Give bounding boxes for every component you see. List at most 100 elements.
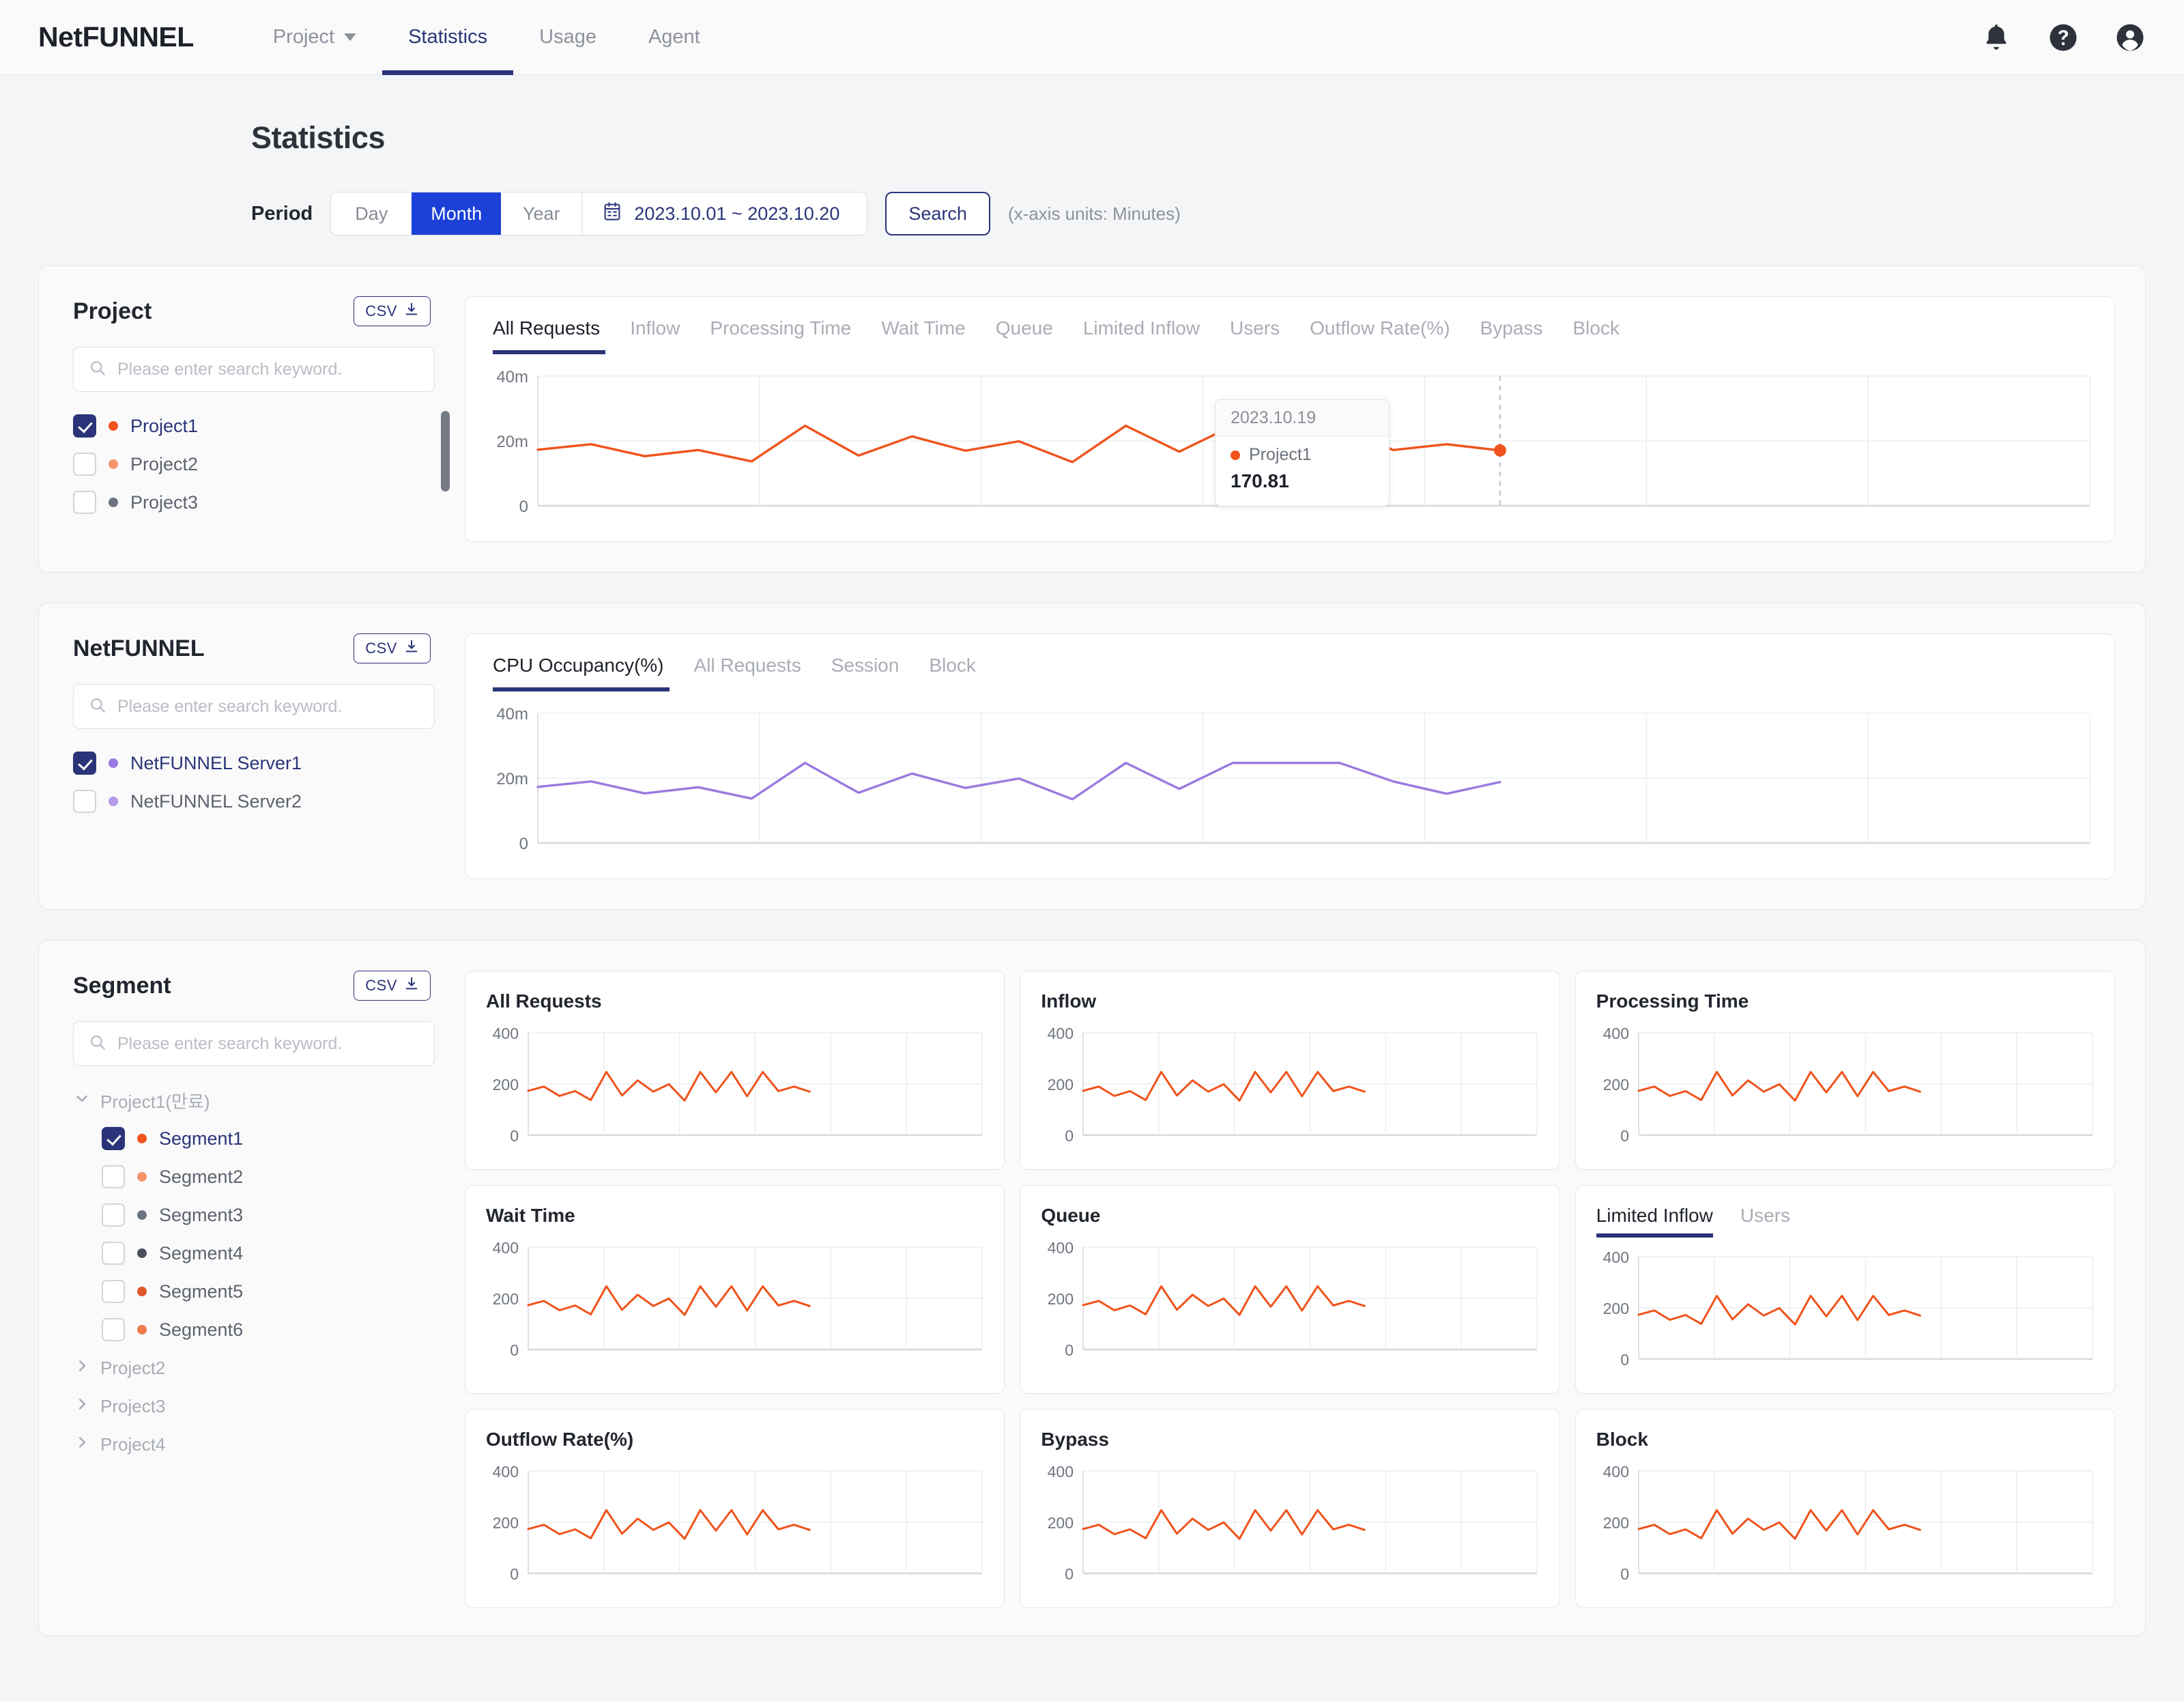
mini-tab-limited-inflow[interactable]: Limited Inflow (1596, 1205, 1725, 1238)
period-month-button[interactable]: Month (412, 192, 502, 235)
netfunnel-search-input[interactable] (117, 696, 419, 717)
mini-line-chart[interactable]: 0 200 400 (486, 1461, 983, 1591)
bell-icon[interactable] (1981, 22, 2012, 53)
segment-chart-grid-inner: All Requests 0 200 400 Inflow 0 200 400 Proc… (465, 971, 2115, 1608)
mini-line-chart[interactable]: 0 200 400 (486, 1238, 983, 1367)
nav-item-label: Agent (648, 26, 700, 48)
netfunnel-search-field[interactable] (73, 684, 435, 729)
project-option-project1[interactable]: Project1 (73, 407, 435, 445)
svg-text:20m: 20m (496, 433, 528, 451)
period-year-button[interactable]: Year (501, 192, 581, 235)
tab-block[interactable]: Block (1557, 317, 1634, 354)
netfunnel-option-server2[interactable]: NetFUNNEL Server2 (73, 782, 435, 820)
tab-wait-time[interactable]: Wait Time (866, 317, 980, 354)
netfunnel-panel: NetFUNNEL CSV NetFUNNEL Server (38, 603, 2146, 910)
netfunnel-csv-download-button[interactable]: CSV (354, 633, 431, 663)
tab-bypass[interactable]: Bypass (1465, 317, 1558, 354)
checkbox[interactable] (102, 1280, 125, 1303)
checkbox[interactable] (73, 790, 96, 813)
mini-line-chart[interactable]: 0 200 400 (1041, 1461, 1538, 1591)
mini-chart-title: Wait Time (486, 1205, 575, 1226)
project-search-field[interactable] (73, 347, 435, 392)
nav-item-agent[interactable]: Agent (622, 0, 726, 75)
xaxis-units-note: (x-axis units: Minutes) (1007, 203, 1181, 224)
segment-option-segment3[interactable]: Segment3 (102, 1196, 435, 1234)
tree-node-project2[interactable]: Project2 (73, 1349, 435, 1387)
tab-limited-inflow[interactable]: Limited Inflow (1068, 317, 1215, 354)
option-label: Project2 (130, 453, 199, 474)
mini-line-chart[interactable]: 0 200 400 (1041, 1023, 1538, 1153)
csv-label: CSV (365, 640, 397, 657)
project-option-project3[interactable]: Project3 (73, 483, 435, 521)
project-search-input[interactable] (117, 359, 419, 380)
nav-item-usage[interactable]: Usage (513, 0, 622, 75)
date-range-picker[interactable]: 2023.10.01 ~ 2023.10.20 (581, 192, 867, 235)
tab-cpu-occupancy[interactable]: CPU Occupancy(%) (489, 655, 679, 691)
checkbox[interactable] (102, 1127, 125, 1150)
option-label: NetFUNNEL Server2 (130, 790, 302, 812)
segment-option-segment1[interactable]: Segment1 (102, 1119, 435, 1158)
option-label: Project3 (130, 491, 199, 513)
mini-line-chart[interactable]: 0 200 400 (1596, 1461, 2094, 1591)
period-toolbar: Period Day Month Year 2023.10.01 ~ 2023.… (251, 192, 2146, 235)
tab-session[interactable]: Session (816, 655, 915, 691)
tooltip-value: 170.81 (1231, 470, 1289, 491)
tab-users[interactable]: Users (1215, 317, 1295, 354)
period-day-button[interactable]: Day (331, 192, 412, 235)
segment-csv-download-button[interactable]: CSV (354, 971, 431, 1001)
help-icon[interactable] (2048, 22, 2079, 53)
netfunnel-option-server1[interactable]: NetFUNNEL Server1 (73, 744, 435, 782)
checkbox[interactable] (102, 1242, 125, 1265)
checkbox[interactable] (102, 1318, 125, 1341)
tab-queue[interactable]: Queue (981, 317, 1068, 354)
mini-line-chart[interactable]: 0 200 400 (486, 1023, 983, 1153)
nav-item-project[interactable]: Project (247, 0, 382, 75)
tree-node-project4[interactable]: Project4 (73, 1425, 435, 1463)
segment-search-input[interactable] (117, 1033, 419, 1054)
netfunnel-line-chart[interactable]: 0 20m 40m (489, 704, 2091, 861)
tab-inflow[interactable]: Inflow (615, 317, 695, 354)
search-icon (89, 696, 106, 717)
checkbox[interactable] (73, 453, 96, 476)
mini-line-chart[interactable]: 0 200 400 (1041, 1238, 1538, 1367)
tab-all-requests[interactable]: All Requests (679, 655, 816, 691)
download-icon (404, 639, 419, 658)
svg-text:0: 0 (510, 1565, 519, 1583)
segment-option-segment5[interactable]: Segment5 (102, 1272, 435, 1311)
tab-processing-time[interactable]: Processing Time (695, 317, 866, 354)
mini-line-chart[interactable]: 0 200 400 (1596, 1247, 2094, 1377)
checkbox[interactable] (73, 414, 96, 438)
mini-chart-title: Bypass (1041, 1429, 1109, 1450)
tab-outflow-rate[interactable]: Outflow Rate(%) (1295, 317, 1465, 354)
mini-chart-title: Processing Time (1596, 990, 1749, 1012)
project-csv-download-button[interactable]: CSV (354, 296, 431, 326)
project-option-project2[interactable]: Project2 (73, 445, 435, 483)
search-button[interactable]: Search (885, 192, 990, 235)
mini-chart-title: Outflow Rate(%) (486, 1429, 634, 1450)
segment-panel: Segment CSV Proj (38, 940, 2146, 1636)
segment-option-segment6[interactable]: Segment6 (102, 1311, 435, 1349)
segment-search-field[interactable] (73, 1021, 435, 1066)
mini-tab-users[interactable]: Users (1725, 1205, 1802, 1238)
tree-node-project1[interactable]: Project1(만료) (73, 1081, 435, 1119)
tab-all-requests[interactable]: All Requests (489, 317, 615, 354)
segment-panel-title: Segment (73, 972, 171, 999)
segment-card-processing-time: Processing Time 0 200 400 (1575, 971, 2115, 1170)
segment-option-segment2[interactable]: Segment2 (102, 1158, 435, 1196)
download-icon (404, 302, 419, 321)
series-color-dot (137, 1210, 147, 1220)
checkbox[interactable] (102, 1203, 125, 1227)
svg-text:40m: 40m (496, 705, 528, 724)
checkbox[interactable] (102, 1165, 125, 1188)
mini-line-chart[interactable]: 0 200 400 (1596, 1023, 2094, 1153)
project-list-scrollbar[interactable] (441, 411, 450, 491)
checkbox[interactable] (73, 491, 96, 514)
tree-node-project3[interactable]: Project3 (73, 1387, 435, 1425)
account-icon[interactable] (2114, 22, 2146, 53)
nav-item-statistics[interactable]: Statistics (382, 0, 514, 75)
chevron-right-icon (73, 1433, 91, 1456)
tab-block[interactable]: Block (914, 655, 990, 691)
period-label: Period (251, 202, 313, 225)
segment-option-segment4[interactable]: Segment4 (102, 1234, 435, 1272)
checkbox[interactable] (73, 752, 96, 775)
